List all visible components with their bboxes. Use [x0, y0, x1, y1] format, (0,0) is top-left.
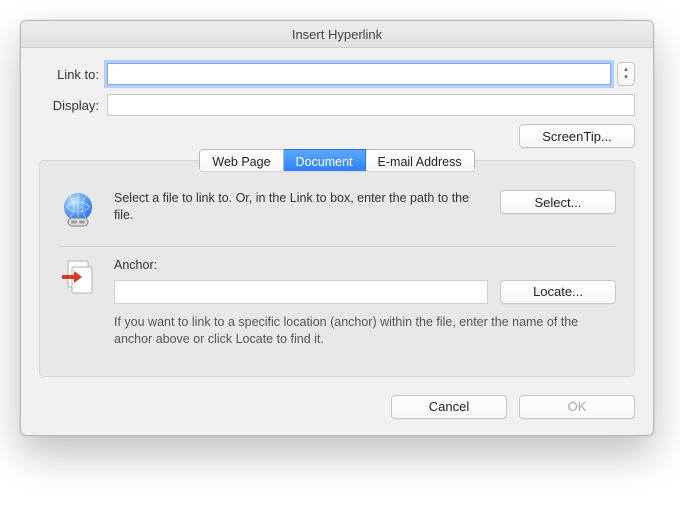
- file-section: Select a file to link to. Or, in the Lin…: [58, 182, 616, 244]
- globe-link-icon: [58, 190, 98, 230]
- locate-button[interactable]: Locate...: [500, 280, 616, 304]
- link-to-label: Link to:: [39, 67, 107, 82]
- link-type-panel: Web Page Document E-mail Address: [39, 160, 635, 377]
- anchor-input[interactable]: [114, 280, 488, 304]
- screentip-button[interactable]: ScreenTip...: [519, 124, 635, 148]
- display-row: Display:: [39, 94, 635, 116]
- link-to-stepper[interactable]: ▴ ▾: [617, 62, 635, 86]
- chevron-down-icon: ▾: [624, 74, 628, 82]
- select-file-button[interactable]: Select...: [500, 190, 616, 214]
- titlebar: Insert Hyperlink: [21, 21, 653, 48]
- cancel-button[interactable]: Cancel: [391, 395, 507, 419]
- file-hint-text: Select a file to link to. Or, in the Lin…: [114, 190, 488, 224]
- document-arrow-icon: [58, 257, 98, 297]
- insert-hyperlink-dialog: Insert Hyperlink Link to: ▴ ▾ Display: S…: [20, 20, 654, 436]
- ok-button[interactable]: OK: [519, 395, 635, 419]
- display-input[interactable]: [107, 94, 635, 116]
- tab-email[interactable]: E-mail Address: [366, 149, 475, 171]
- dialog-footer: Cancel OK: [39, 377, 635, 419]
- link-type-tabs: Web Page Document E-mail Address: [199, 149, 474, 171]
- link-to-row: Link to: ▴ ▾: [39, 62, 635, 86]
- anchor-section: Anchor: Locate... If you want to link to…: [58, 249, 616, 362]
- anchor-hint-text: If you want to link to a specific locati…: [114, 314, 616, 348]
- display-label: Display:: [39, 98, 107, 113]
- anchor-label: Anchor:: [114, 257, 616, 274]
- link-to-input[interactable]: [107, 63, 611, 85]
- tab-document[interactable]: Document: [284, 149, 366, 171]
- dialog-title: Insert Hyperlink: [292, 27, 382, 42]
- tab-web-page[interactable]: Web Page: [199, 149, 283, 171]
- chevron-up-icon: ▴: [624, 66, 628, 74]
- panel-divider: [58, 246, 616, 247]
- dialog-content: Link to: ▴ ▾ Display: ScreenTip... Web P…: [21, 48, 653, 435]
